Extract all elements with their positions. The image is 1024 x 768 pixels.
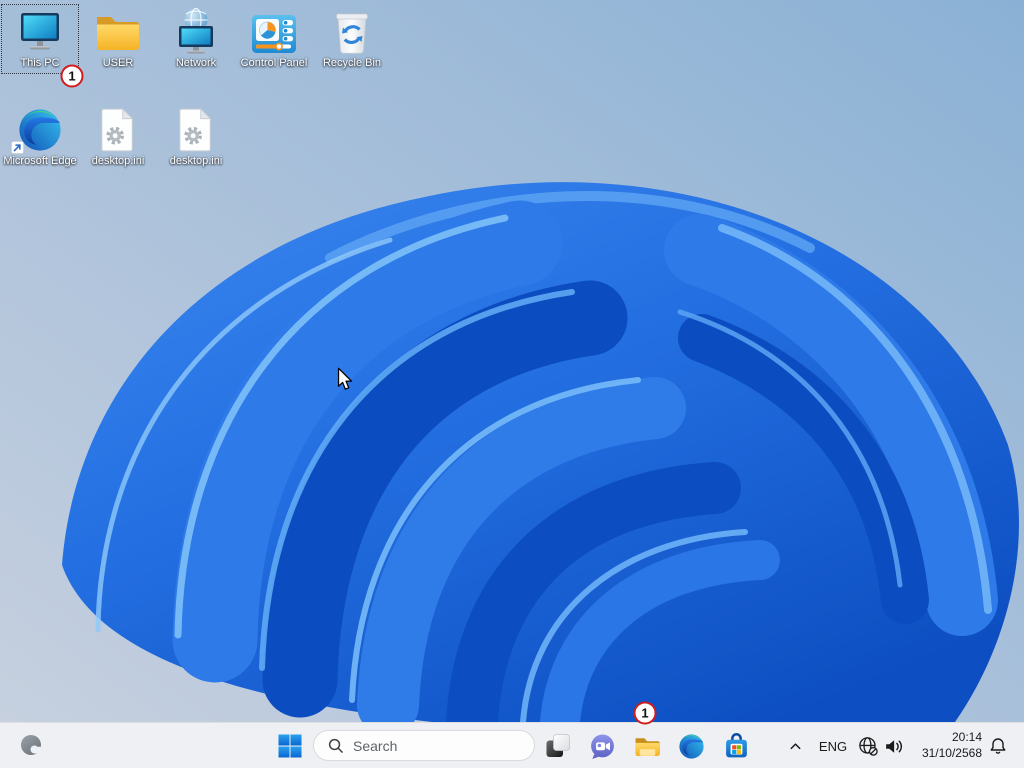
network-icon — [159, 7, 233, 55]
notification-button[interactable] — [982, 723, 1014, 768]
edge-button[interactable] — [669, 723, 713, 768]
desktop-icon-label: Network — [175, 57, 217, 69]
notification-bell-icon — [990, 738, 1006, 754]
task-view-icon — [546, 734, 570, 757]
start-button[interactable] — [268, 723, 312, 768]
microsoft-store-button[interactable] — [714, 723, 758, 768]
windows-logo-icon — [278, 734, 302, 758]
shortcut-arrow-icon — [11, 141, 24, 154]
search-input[interactable]: Search — [313, 730, 535, 761]
search-icon — [328, 738, 343, 753]
desktop-icon-label: Control Panel — [240, 57, 308, 69]
desktop-icon-control-panel[interactable]: Control Panel — [235, 4, 313, 74]
edge-icon — [3, 105, 77, 154]
language-code: ENG — [818, 738, 848, 754]
edge-icon — [678, 733, 704, 759]
windows-desktop: This PC USER Network Control Panel Recyc… — [0, 0, 1024, 768]
store-icon — [725, 732, 747, 757]
clock-time: 20:14 — [951, 730, 982, 745]
folder-icon — [81, 7, 155, 55]
control-panel-icon — [237, 7, 311, 55]
language-indicator[interactable]: ENG — [815, 723, 851, 768]
widgets-button[interactable] — [13, 723, 51, 768]
desktop-icon-microsoft-edge[interactable]: Microsoft Edge — [1, 102, 79, 172]
speaker-icon — [885, 739, 902, 753]
desktop-icon-recycle-bin[interactable]: Recycle Bin — [313, 4, 391, 74]
clock[interactable]: 20:14 31/10/2568 — [906, 723, 982, 768]
desktop-icon-user-folder[interactable]: USER — [79, 4, 157, 74]
ini-file-icon — [159, 105, 233, 153]
annotation-circle-1: 1 — [60, 64, 84, 88]
weather-cloud-icon — [21, 735, 43, 755]
file-explorer-icon — [635, 737, 660, 756]
desktop-icon-desktop-ini-1[interactable]: desktop.ini — [79, 102, 157, 172]
desktop-icon-label: Recycle Bin — [322, 57, 382, 69]
volume-button[interactable] — [878, 723, 908, 768]
tray-chevron-button[interactable] — [775, 723, 815, 768]
desktop-icon-label: Microsoft Edge — [3, 155, 77, 167]
desktop-icon-this-pc[interactable]: This PC — [1, 4, 79, 74]
desktop-icon-desktop-ini-2[interactable]: desktop.ini — [157, 102, 235, 172]
desktop-icon-label: desktop.ini — [169, 155, 223, 167]
taskbar: Search ENG 20:14 31/10/2568 — [0, 722, 1024, 768]
annotation-number: 1 — [68, 68, 76, 84]
annotation-number: 1 — [641, 705, 649, 721]
clock-date: 31/10/2568 — [921, 746, 982, 760]
desktop-icon-label: USER — [102, 57, 134, 69]
annotation-circle-2: 1 — [633, 701, 657, 725]
chat-icon — [590, 734, 614, 759]
desktop-icon-label: desktop.ini — [91, 155, 145, 167]
chevron-up-icon — [790, 742, 800, 749]
task-view-button[interactable] — [536, 723, 580, 768]
this-pc-icon — [3, 7, 77, 55]
mouse-cursor — [337, 367, 353, 390]
desktop-icon-network[interactable]: Network — [157, 4, 235, 74]
globe-no-internet-icon — [858, 736, 878, 756]
file-explorer-button[interactable] — [625, 723, 669, 768]
recycle-bin-icon — [315, 7, 389, 55]
chat-button[interactable] — [580, 723, 624, 768]
ini-file-icon — [81, 105, 155, 153]
search-placeholder: Search — [353, 737, 398, 754]
